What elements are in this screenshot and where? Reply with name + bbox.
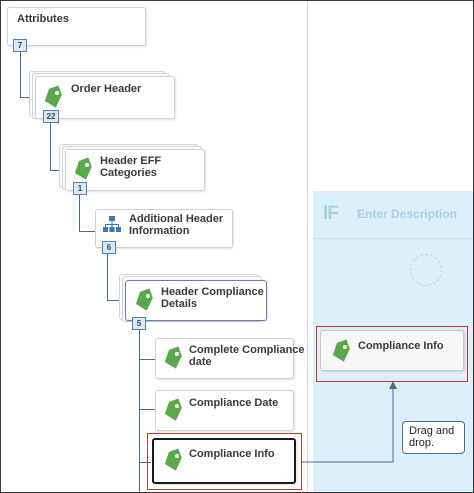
additional-header-label-line2: Information: [129, 225, 190, 237]
header-eff-label-line1: Header EFF: [100, 155, 162, 167]
tree-connector: [139, 359, 155, 360]
header-compliance-details-label-line2: Details: [161, 298, 198, 310]
complete-compliance-date-label-line1: Complete Compliance: [189, 344, 305, 356]
tree-connector: [50, 122, 51, 171]
order-header-count-badge[interactable]: 22: [43, 110, 59, 123]
tag-icon: [44, 85, 62, 108]
drag-and-drop-callout: Drag and drop.: [402, 421, 465, 454]
screenshot-frame: Attributes 7 Order Header 22 Header EFF …: [0, 0, 474, 493]
tag-icon: [164, 398, 182, 421]
header-eff-label-line2: Categories: [100, 167, 157, 179]
additional-header-count-badge[interactable]: 6: [102, 241, 116, 254]
compliance-info-label: Compliance Info: [189, 448, 275, 460]
tag-icon: [135, 288, 153, 311]
header-eff-count-badge[interactable]: 1: [73, 182, 87, 195]
tree-connector: [20, 51, 21, 98]
dropped-compliance-info-label: Compliance Info: [358, 340, 444, 352]
compliance-date-label: Compliance Date: [189, 397, 279, 409]
attributes-count-badge[interactable]: 7: [13, 39, 27, 52]
tree-connector: [139, 329, 140, 492]
pane-divider: [307, 1, 308, 492]
if-logo: IF: [323, 203, 339, 224]
drop-placeholder-circle: [410, 254, 442, 286]
header-compliance-details-count-badge[interactable]: 5: [132, 317, 146, 330]
tree-connector: [107, 253, 108, 301]
order-header-label: Order Header: [71, 83, 142, 95]
callout-line2: drop.: [409, 437, 435, 449]
callout-line1: Drag and: [409, 425, 455, 437]
tree-connector: [139, 409, 155, 410]
tag-icon: [332, 339, 350, 362]
tree-connector: [79, 194, 80, 232]
attributes-label: Attributes: [17, 13, 69, 25]
additional-header-label-line1: Additional Header: [129, 213, 224, 225]
enter-description-field[interactable]: Enter Description: [357, 207, 457, 221]
tag-icon: [164, 448, 182, 471]
header-compliance-details-label-line1: Header Compliance: [161, 286, 264, 298]
tag-icon: [74, 157, 92, 180]
complete-compliance-date-label-line2: date: [189, 356, 212, 368]
hierarchy-icon: [103, 216, 121, 232]
tag-icon: [164, 346, 182, 369]
if-panel-header: IF Enter Description: [313, 191, 473, 239]
